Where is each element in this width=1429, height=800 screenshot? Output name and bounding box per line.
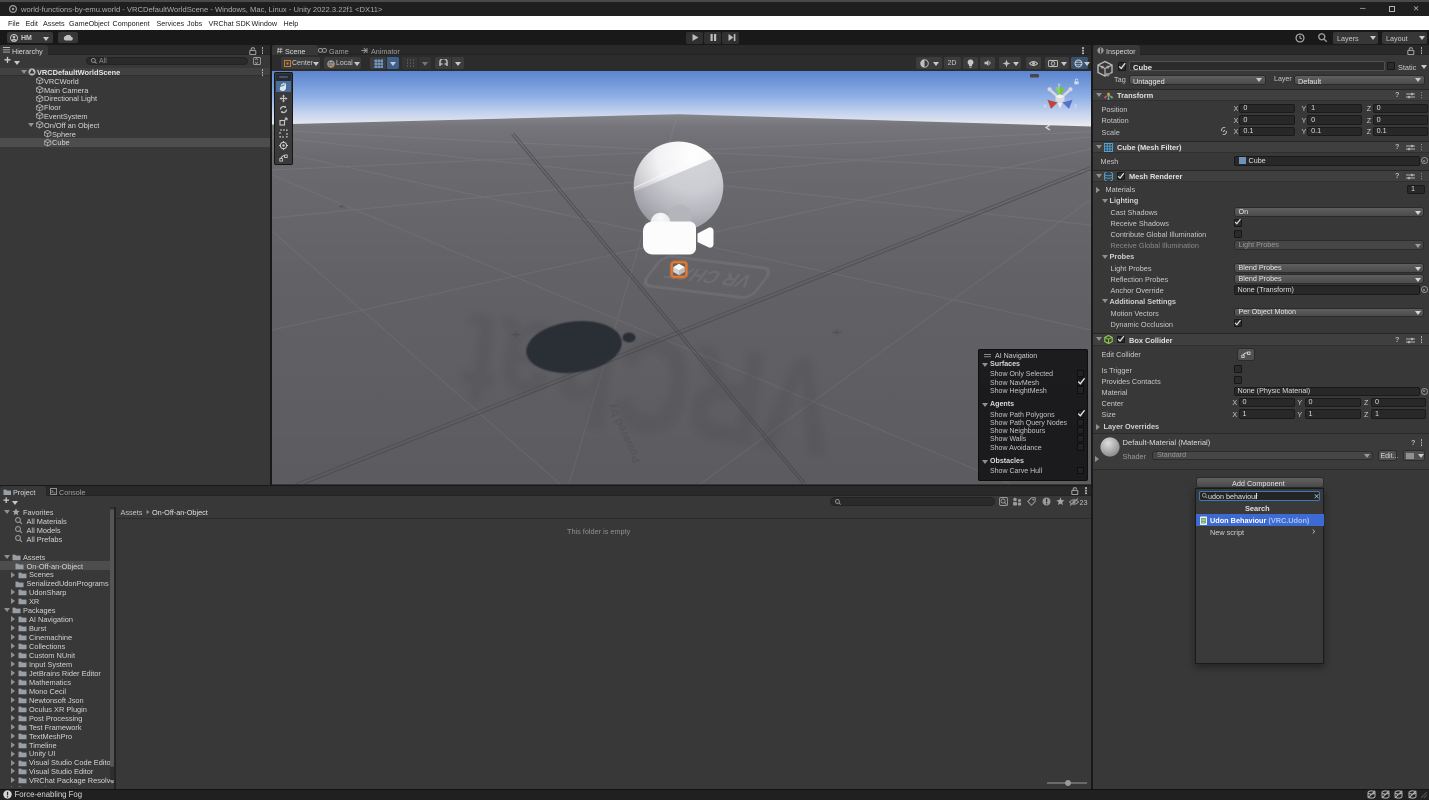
- svg-text:x: x: [1044, 104, 1047, 110]
- svg-text:z: z: [1074, 104, 1077, 110]
- svg-text:y: y: [1058, 82, 1061, 88]
